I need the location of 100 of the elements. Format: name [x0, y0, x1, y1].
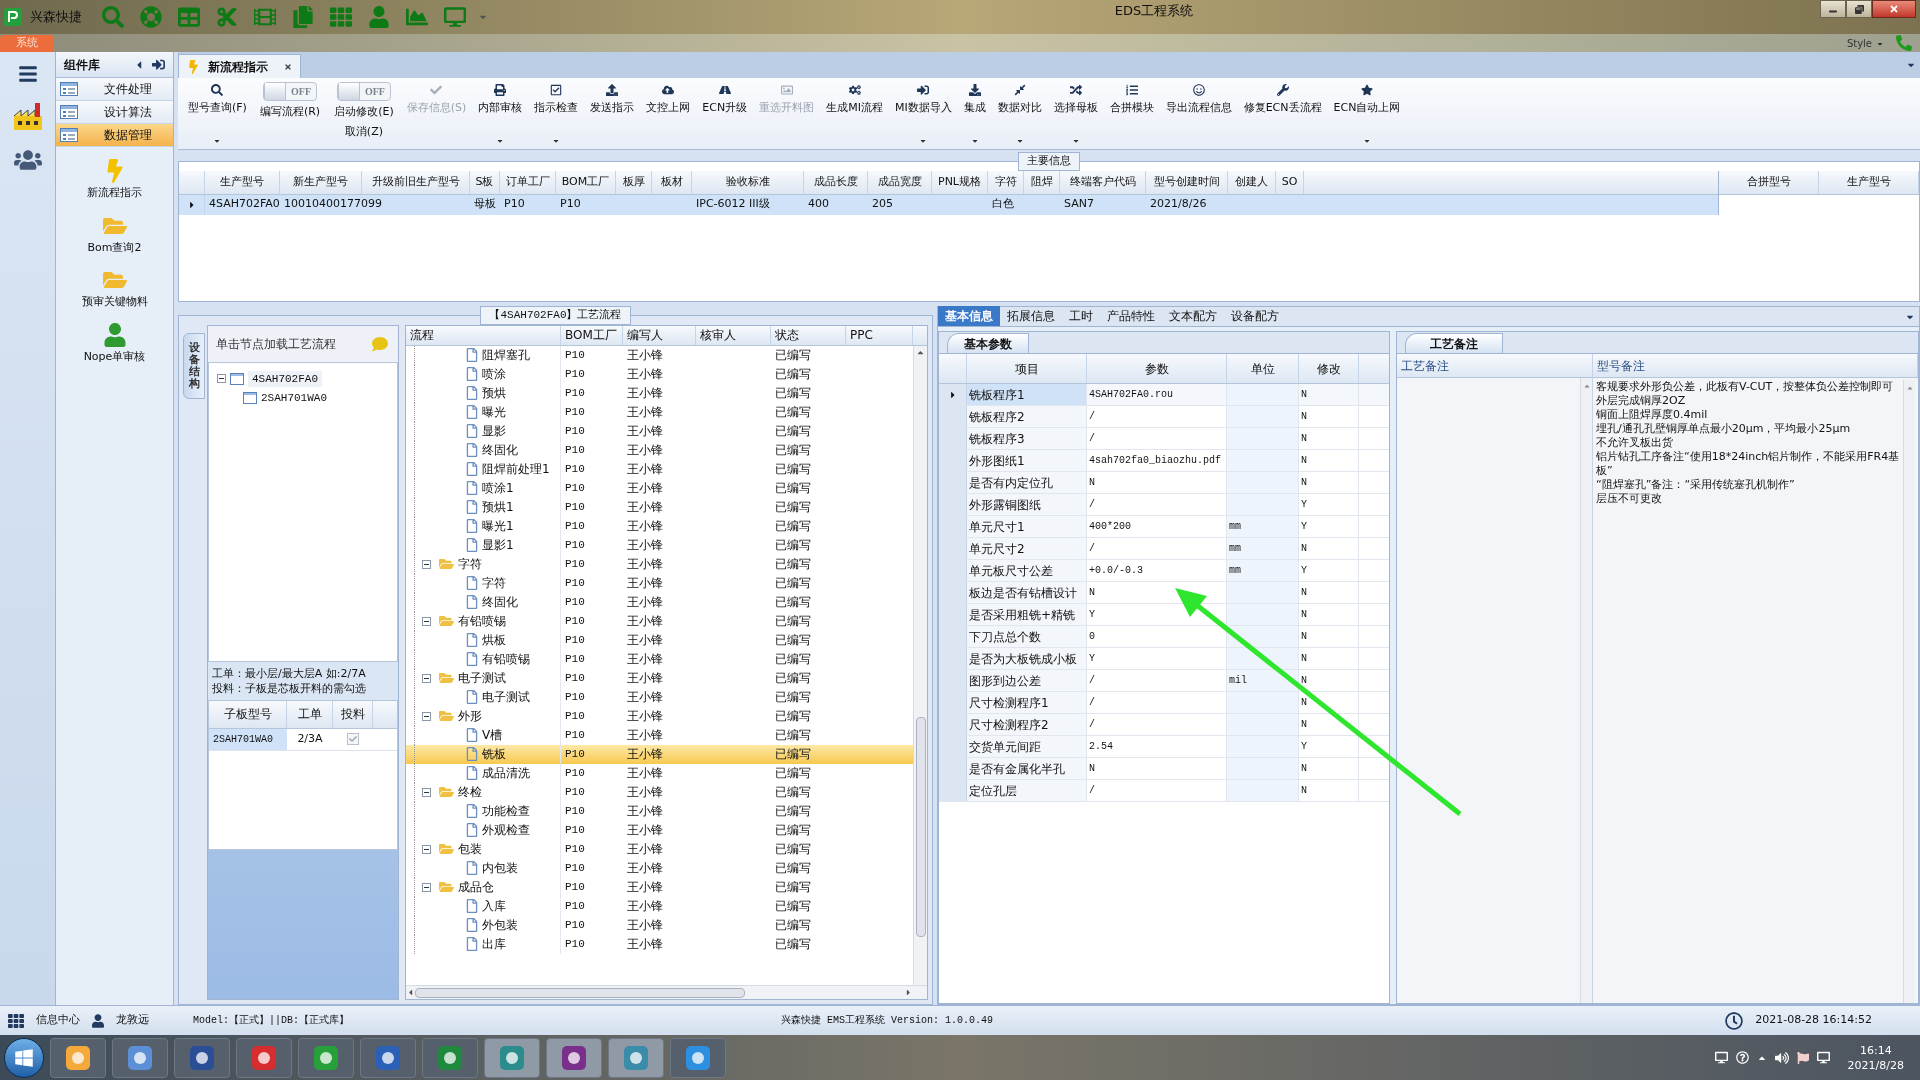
taskbar-button[interactable]	[670, 1037, 726, 1078]
column-header[interactable]: 状态	[771, 325, 846, 345]
scroll-left-icon[interactable]	[406, 988, 415, 997]
column-header[interactable]: 成品宽度	[868, 170, 932, 194]
tab[interactable]: 产品特性	[1100, 306, 1162, 326]
table-row[interactable]: 下刀点总个数 0 N	[939, 626, 1389, 648]
table-row[interactable]: 定位孔层 / N	[939, 780, 1389, 802]
column-header[interactable]: 型号创建时间	[1146, 170, 1228, 194]
table-row[interactable]: 尺寸检测程序2 / N	[939, 714, 1389, 736]
nav-item[interactable]: 文件处理	[56, 78, 173, 101]
column-header[interactable]: 新生产型号	[280, 170, 362, 194]
column-header[interactable]: 板材	[652, 170, 692, 194]
close-icon[interactable]	[284, 62, 292, 71]
nav-item[interactable]: 数据管理	[56, 124, 173, 147]
taskbar-button[interactable]	[484, 1037, 540, 1078]
column-header[interactable]: 字符	[988, 170, 1024, 194]
sub-tab[interactable]: 工艺备注	[1405, 333, 1503, 353]
column-header[interactable]: PNL规格	[932, 170, 988, 194]
collapse-toggle[interactable]	[422, 844, 431, 854]
column-header[interactable]: SO	[1276, 170, 1304, 194]
toolbar-button[interactable]: 指示检查	[528, 78, 585, 149]
column-header[interactable]: 项目	[967, 354, 1087, 383]
table-row[interactable]: 4SAH702FA0 10010400177099 母板 P10 P10 IPC-6012 III级 400 205 白色 SAN7 2021/8/26	[179, 194, 1718, 215]
collapse-toggle[interactable]	[422, 559, 431, 569]
taskbar-button[interactable]	[236, 1037, 292, 1078]
sign-in-icon[interactable]	[152, 58, 165, 71]
table-row[interactable]: 尺寸检测程序1 / N	[939, 692, 1389, 714]
toolbar-button[interactable]: 数据对比	[991, 78, 1048, 149]
nav-item[interactable]: 设计算法	[56, 101, 173, 124]
taskbar-button[interactable]	[174, 1037, 230, 1078]
table-row[interactable]: 是否采用粗铣+精铣 Y N	[939, 604, 1389, 626]
collapse-toggle[interactable]	[422, 673, 431, 683]
clock-time[interactable]: 16:14	[1859, 1042, 1892, 1058]
factory-icon[interactable]	[11, 100, 44, 132]
table-row[interactable]: 是否有金属化半孔 N N	[939, 758, 1389, 780]
toolbar-button[interactable]: 取消(Z)	[344, 123, 383, 140]
collapse-toggle[interactable]	[422, 882, 431, 892]
collapse-toggle[interactable]	[422, 711, 431, 721]
table-row[interactable]: 铣板程序3 / N	[939, 428, 1389, 450]
column-header[interactable]: 修改	[1299, 354, 1359, 383]
vertical-scrollbar[interactable]	[913, 345, 927, 985]
scrollbar-thumb[interactable]	[915, 716, 926, 937]
toolbar-button[interactable]: 集成	[957, 78, 992, 149]
clock-date[interactable]: 2021/8/28	[1847, 1057, 1904, 1073]
column-header[interactable]: 核审人	[696, 325, 771, 345]
toolbar-button[interactable]: 导出流程信息	[1159, 78, 1238, 149]
display-icon[interactable]	[1714, 1051, 1728, 1064]
toolbar-button[interactable]: 型号查询(F)	[182, 78, 253, 149]
taskbar-button[interactable]	[546, 1037, 602, 1078]
taskbar-button[interactable]	[608, 1037, 664, 1078]
column-header[interactable]: 子板型号	[209, 700, 287, 728]
toolbar-button[interactable]: ECN自动上网	[1327, 78, 1407, 149]
column-header[interactable]: 成品长度	[804, 170, 868, 194]
column-header[interactable]: 生产型号	[1819, 170, 1919, 194]
table-row[interactable]: 铣板程序2 / N	[939, 406, 1389, 428]
tab[interactable]: 拓展信息	[1000, 306, 1062, 326]
column-header[interactable]: BOM工厂	[556, 170, 616, 194]
taskbar-button[interactable]	[50, 1037, 106, 1078]
table-row[interactable]: 板边是否有钻槽设计 N N	[939, 582, 1389, 604]
column-header[interactable]: 生产型号	[205, 170, 280, 194]
column-header[interactable]: 板厚	[616, 170, 652, 194]
table-row[interactable]: 单元尺寸2 / mm N	[939, 538, 1389, 560]
toolbar-button[interactable]: 选择母板	[1047, 78, 1104, 149]
nav-tile[interactable]: 预审关键物料	[81, 268, 148, 311]
toggle-switch[interactable]: OFF	[263, 82, 318, 101]
tab[interactable]: 工时	[1062, 306, 1100, 326]
style-menu[interactable]: Style	[1846, 36, 1884, 51]
column-header[interactable]: 升级前旧生产型号	[362, 170, 470, 194]
toolbar-button[interactable]: ECN升级	[696, 78, 754, 149]
table-row[interactable]: 铣板程序1 4SAH702FA0.rou N	[939, 384, 1389, 406]
scroll-right-icon[interactable]	[904, 988, 913, 997]
taskbar-button[interactable]	[298, 1037, 354, 1078]
flag-icon[interactable]	[1796, 1051, 1809, 1064]
taskbar-button[interactable]	[112, 1037, 168, 1078]
column-header[interactable]: PPC	[846, 325, 913, 345]
toolbar-button[interactable]: 合拼模块	[1103, 78, 1160, 149]
column-header[interactable]: 单位	[1227, 354, 1299, 383]
column-header[interactable]: 型号备注	[1593, 354, 1918, 377]
toolbar-button[interactable]: 修复ECN丢流程	[1237, 78, 1328, 149]
taskbar-button[interactable]	[360, 1037, 416, 1078]
column-header[interactable]: 阻焊	[1024, 170, 1060, 194]
sub-tab[interactable]: 基本参数	[947, 333, 1029, 353]
column-header[interactable]: 创建人	[1228, 170, 1276, 194]
toolbar-button[interactable]: 文控上网	[640, 78, 697, 149]
vertical-tab[interactable]: 设备结构	[183, 332, 205, 399]
column-header[interactable]: 验收标准	[692, 170, 804, 194]
menu-icon[interactable]	[16, 64, 39, 84]
close-button[interactable]	[1872, 0, 1916, 18]
nav-tile[interactable]: Bom查询2	[87, 213, 142, 256]
toolbar-button[interactable]: 发送指示	[584, 78, 641, 149]
column-header[interactable]: 订单工厂	[500, 170, 556, 194]
column-header[interactable]: 终端客户代码	[1060, 170, 1146, 194]
column-header[interactable]: 参数	[1087, 354, 1227, 383]
people-icon[interactable]	[13, 148, 42, 172]
tab[interactable]: 基本信息	[938, 306, 1000, 326]
toolbar-button[interactable]: 内部审核	[472, 78, 529, 149]
nav-tile[interactable]: 新流程指示	[87, 159, 142, 202]
help-icon[interactable]	[1735, 1051, 1749, 1064]
tree-node-label[interactable]: 4SAH702FA0	[248, 370, 322, 387]
table-row[interactable]: 是否为大板铣成小板 Y N	[939, 648, 1389, 670]
